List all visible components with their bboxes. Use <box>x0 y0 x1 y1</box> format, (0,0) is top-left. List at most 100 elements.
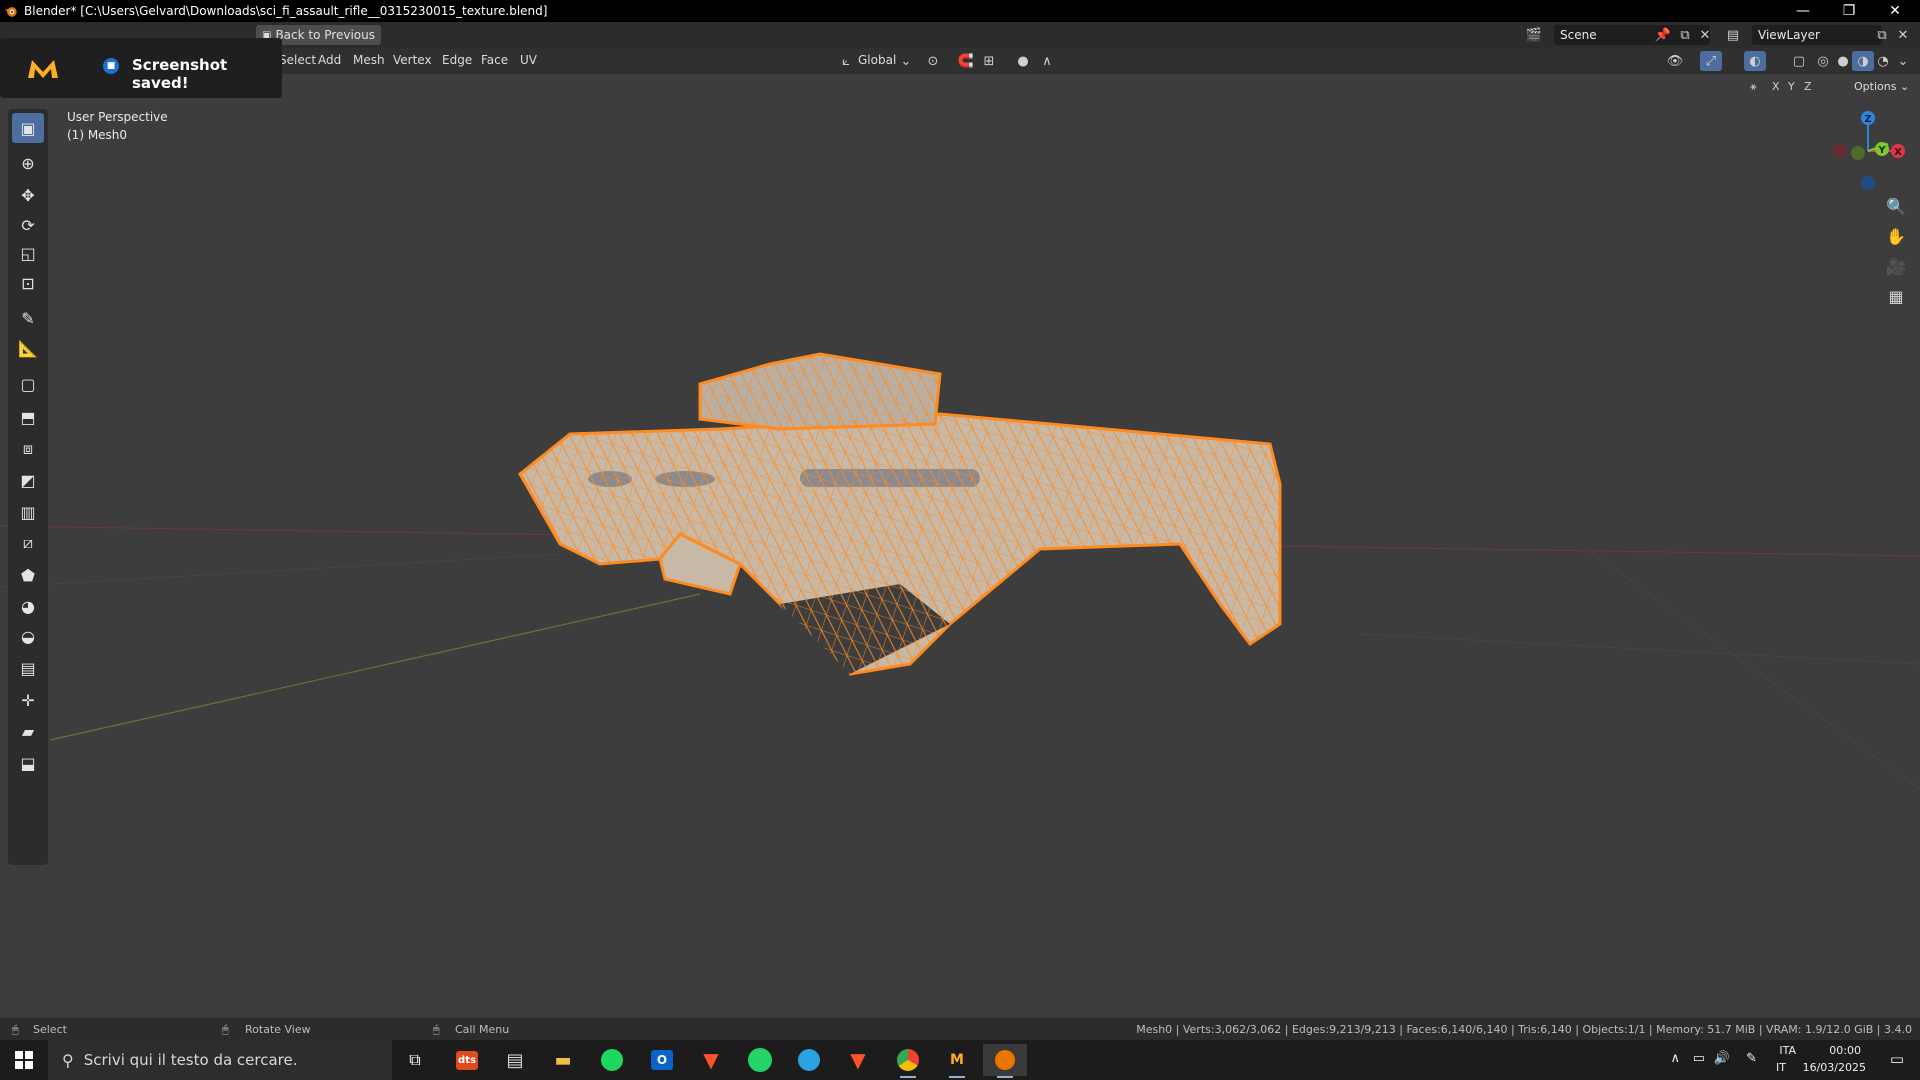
extrude-tool[interactable]: ⬒ <box>12 402 44 432</box>
poly-build-tool[interactable]: ⬟ <box>12 560 44 590</box>
pin-icon[interactable]: 📌 <box>1652 25 1674 45</box>
dts-app-icon[interactable]: dts <box>445 1044 489 1076</box>
shear-tool[interactable]: ▰ <box>12 716 44 746</box>
neg-x-handle[interactable] <box>1833 144 1847 158</box>
scale-tool[interactable]: ◱ <box>12 238 44 268</box>
new-scene-icon[interactable]: ⧉ <box>1674 25 1696 45</box>
task-view-icon[interactable]: ⧉ <box>393 1044 437 1076</box>
annotate-tool[interactable]: ✎ <box>12 303 44 333</box>
shrink-fatten-tool[interactable]: ✛ <box>12 685 44 715</box>
axis-y-toggle[interactable]: Y <box>1788 80 1795 93</box>
language-bottom[interactable]: IT <box>1776 1061 1786 1074</box>
pen-icon[interactable]: ✎ <box>1746 1051 1757 1066</box>
rotate-tool[interactable]: ⟳ <box>12 210 44 240</box>
viewlayer-field[interactable]: ViewLayer <box>1752 25 1882 45</box>
snap-icon[interactable]: 🧲 <box>955 51 977 71</box>
perspective-grid-icon[interactable]: ▦ <box>1882 282 1910 310</box>
axis-z-toggle[interactable]: Z <box>1804 80 1812 93</box>
m-app-icon[interactable]: M <box>935 1044 979 1078</box>
transform-orientation-dropdown[interactable]: Global <box>858 53 896 67</box>
menu-face[interactable]: Face <box>481 53 508 67</box>
rendered-shading-icon[interactable]: ◔ <box>1872 51 1894 71</box>
blender-taskbar-icon[interactable] <box>983 1044 1027 1078</box>
clock-date[interactable]: 16/03/2025 <box>1803 1061 1866 1074</box>
snap-target-icon[interactable]: ⊞ <box>978 51 1000 71</box>
neg-z-handle[interactable] <box>1861 176 1875 190</box>
language-top[interactable]: ITA <box>1779 1044 1796 1057</box>
telegram-icon[interactable] <box>787 1044 831 1076</box>
menu-select[interactable]: Select <box>279 53 316 67</box>
pan-hand-icon[interactable]: ✋ <box>1882 222 1910 250</box>
scene-selector-icon[interactable]: 🎬 <box>1523 25 1545 45</box>
network-icon[interactable]: ▭ <box>1693 1051 1705 1066</box>
material-shading-icon[interactable]: ◑ <box>1852 51 1874 71</box>
brave-icon[interactable]: ▼ <box>689 1044 733 1076</box>
rifle-mesh-model[interactable] <box>480 334 1580 854</box>
camera-view-icon[interactable]: 🎥 <box>1882 252 1910 280</box>
viewport-3d[interactable] <box>0 74 1920 1018</box>
overlay-toggle-icon[interactable]: ◐ <box>1744 51 1766 71</box>
edge-slide-icon: ▤ <box>20 658 36 678</box>
chrome-icon[interactable] <box>886 1044 930 1078</box>
select-box-tool[interactable]: ▣ <box>12 113 44 143</box>
axis-x-toggle[interactable]: X <box>1772 80 1780 93</box>
inset-tool[interactable]: ⧈ <box>12 434 44 464</box>
brave-nightly-icon[interactable]: ▼ <box>836 1044 880 1076</box>
spotify-icon[interactable] <box>590 1044 634 1076</box>
close-button[interactable]: ✕ <box>1872 0 1918 22</box>
viewlayer-selector-icon[interactable]: ▤ <box>1722 25 1744 45</box>
transform-tool[interactable]: ⊡ <box>12 268 44 298</box>
windows-start-icon[interactable] <box>2 1044 46 1076</box>
menu-uv[interactable]: UV <box>520 53 537 67</box>
wireframe-shading-icon[interactable]: ◎ <box>1812 51 1834 71</box>
mirror-icon: ⚹ <box>1750 80 1757 93</box>
file-explorer-icon[interactable]: ▬ <box>541 1044 585 1076</box>
menu-add[interactable]: Add <box>318 53 341 67</box>
clock-time[interactable]: 00:00 <box>1829 1044 1861 1057</box>
chevron-down-icon[interactable]: ⌄ <box>895 51 917 71</box>
chevron-up-icon[interactable]: ∧ <box>1670 1051 1680 1066</box>
delete-scene-icon[interactable]: ✕ <box>1694 25 1716 45</box>
restore-button[interactable]: ❐ <box>1826 0 1872 22</box>
solid-shading-icon[interactable]: ● <box>1832 51 1854 71</box>
spin-tool[interactable]: ◕ <box>12 591 44 621</box>
neg-y-handle[interactable] <box>1851 146 1865 160</box>
rip-tool[interactable]: ⬓ <box>12 748 44 778</box>
delete-viewlayer-icon[interactable]: ✕ <box>1892 25 1914 45</box>
add-cube-tool[interactable]: ▢ <box>12 369 44 399</box>
edge-slide-tool[interactable]: ▤ <box>12 653 44 683</box>
volume-icon[interactable]: 🔊 <box>1714 1051 1730 1066</box>
whatsapp-icon[interactable] <box>738 1044 782 1076</box>
shading-options-icon[interactable]: ⌄ <box>1892 51 1914 71</box>
back-to-previous-label: Back to Previous <box>275 28 375 42</box>
new-viewlayer-icon[interactable]: ⧉ <box>1871 25 1893 45</box>
move-tool[interactable]: ✥ <box>12 180 44 210</box>
notification-icon[interactable]: ▭ <box>1890 1050 1904 1068</box>
loop-cut-tool[interactable]: ▥ <box>12 497 44 527</box>
options-dropdown[interactable]: Options ⌄ <box>1854 80 1909 93</box>
file-app-icon[interactable]: ▤ <box>493 1044 537 1076</box>
measure-tool[interactable]: 📐 <box>12 333 44 363</box>
mouse-middle-icon: 🖱 <box>222 1023 229 1036</box>
options-label: Options <box>1854 80 1897 93</box>
menu-vertex[interactable]: Vertex <box>393 53 432 67</box>
zoom-icon[interactable]: 🔍 <box>1882 192 1910 220</box>
cursor-tool[interactable]: ⊕ <box>12 148 44 178</box>
bevel-tool[interactable]: ◩ <box>12 465 44 495</box>
outlook-icon[interactable]: O <box>640 1044 684 1076</box>
visibility-icon[interactable]: 👁 <box>1664 51 1686 71</box>
pivot-point-icon[interactable]: ⊙ <box>922 51 944 71</box>
status-menu-hint: Call Menu <box>455 1023 510 1036</box>
mouse-right-icon: 🖱 <box>433 1023 440 1036</box>
knife-tool[interactable]: ⧄ <box>12 528 44 558</box>
menu-edge[interactable]: Edge <box>442 53 472 67</box>
minimize-button[interactable]: — <box>1780 0 1826 22</box>
gizmo-toggle-icon[interactable]: ⤢ <box>1700 51 1722 71</box>
xray-icon[interactable]: ▢ <box>1788 51 1810 71</box>
falloff-icon[interactable]: ∧ <box>1036 51 1058 71</box>
taskbar-search-box[interactable]: ⚲ Scrivi qui il testo da cercare. <box>48 1040 392 1080</box>
proportional-editing-icon[interactable]: ● <box>1012 51 1034 71</box>
menu-mesh[interactable]: Mesh <box>353 53 385 67</box>
toast-message: Screenshot saved! <box>132 56 228 92</box>
smooth-tool[interactable]: ◒ <box>12 621 44 651</box>
